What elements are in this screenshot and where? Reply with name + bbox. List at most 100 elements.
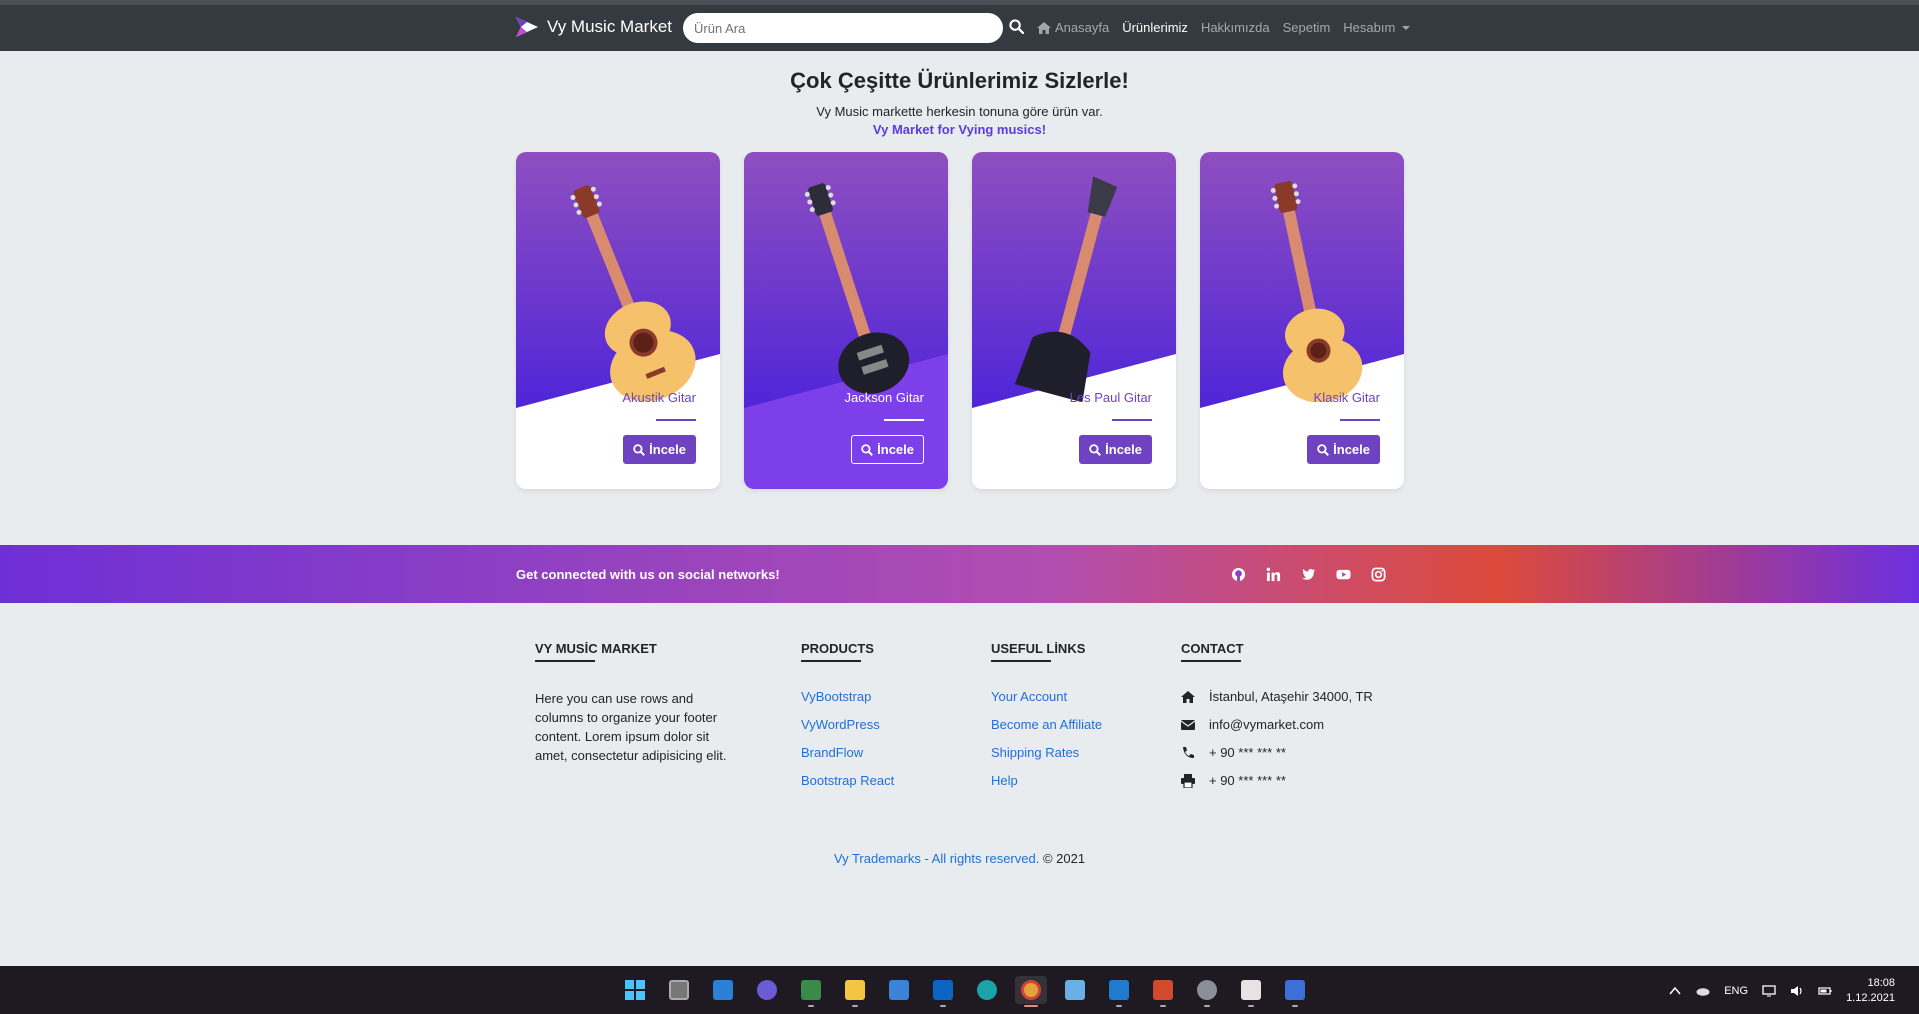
chat-icon[interactable] [751,976,783,1004]
divider [991,660,1051,662]
divider [535,660,595,662]
navbar: Vy Music Market Anasayfa Ürünlerimiz Hak… [0,0,1919,51]
widgets-icon[interactable] [707,976,739,1004]
inspect-label: İncele [1105,442,1142,457]
footer-about: VY MUSİC MARKET Here you can use rows an… [535,641,735,765]
product-card: Les Paul Gitar İncele [972,152,1176,489]
volume-icon[interactable] [1790,985,1804,997]
clock-date: 1.12.2021 [1846,992,1895,1004]
language-indicator[interactable]: ENG [1724,985,1748,997]
contact-address-text: İstanbul, Ataşehir 34000, TR [1209,689,1373,704]
nav-menu: Anasayfa Ürünlerimiz Hakkımızda Sepetim … [1037,20,1411,35]
inspect-label: İncele [877,442,914,457]
logo-icon [516,17,538,37]
divider [1181,660,1241,662]
page-tagline: Vy Market for Vying musics! [872,122,1047,137]
windows-start-icon[interactable] [619,976,651,1004]
inspect-button[interactable]: İncele [1079,435,1152,464]
classical-guitar-image [1270,181,1363,402]
product-name: Les Paul Gitar [1069,390,1152,405]
brand-label: Vy Music Market [547,17,673,36]
clock[interactable]: 18:08 1.12.2021 [1846,976,1895,1006]
brand[interactable]: Vy Music Market [515,16,672,38]
acoustic-guitar-image [570,185,696,402]
les-paul-guitar-image [1014,176,1118,402]
task-view-icon[interactable] [663,976,695,1004]
contact-phone: + 90 *** *** ** [1181,745,1373,760]
remote-desktop-icon[interactable] [1279,976,1311,1007]
onedrive-icon[interactable] [1696,985,1710,997]
vscode-icon[interactable] [1103,976,1135,1007]
contact-phone-text: + 90 *** *** ** [1209,745,1286,760]
electric-guitar-image [804,183,910,394]
github-icon[interactable] [1231,567,1246,582]
edge-icon[interactable] [971,976,1003,1004]
search-icon [1089,443,1102,456]
inspect-button[interactable]: İncele [851,435,924,464]
display-icon[interactable] [1762,985,1776,997]
search-input[interactable] [683,13,1003,43]
inspect-button[interactable]: İncele [623,435,696,464]
social-bar: Get connected with us on social networks… [0,545,1919,603]
social-icons [1231,567,1386,582]
home-icon [1037,21,1051,34]
battery-icon[interactable] [1818,985,1832,997]
chrome-icon[interactable] [1015,976,1047,1007]
youtube-icon[interactable] [1336,567,1351,582]
nav-products[interactable]: Ürünlerimiz [1122,20,1188,35]
footer-link[interactable]: BrandFlow [801,745,894,760]
product-name: Jackson Gitar [844,390,924,405]
snipping-tool-icon[interactable] [795,976,827,1007]
search-icon [861,443,874,456]
inspect-label: İncele [649,442,686,457]
footer-link[interactable]: VyWordPress [801,717,894,732]
outlook-icon[interactable] [927,976,959,1007]
product-card: Jackson Gitar İncele [744,152,948,489]
envelope-icon [1181,719,1195,730]
copyright: Vy Trademarks - All rights reserved. © 2… [0,851,1919,866]
store-icon[interactable] [883,976,915,1004]
instagram-icon[interactable] [1371,567,1386,582]
nav-about[interactable]: Hakkımızda [1201,20,1270,35]
contact-address: İstanbul, Ataşehir 34000, TR [1181,689,1373,704]
search-icon[interactable] [1009,19,1024,34]
caret-down-icon [1402,25,1411,30]
footer-products: PRODUCTS VyBootstrap VyWordPress BrandFl… [801,641,894,788]
nav-account[interactable]: Hesabım [1343,20,1411,35]
linkedin-icon[interactable] [1266,567,1281,582]
html5-app-icon[interactable] [1147,976,1179,1007]
clock-time: 18:08 [1867,977,1895,989]
footer-useful-links: USEFUL LİNKS Your Account Become an Affi… [991,641,1102,788]
divider [656,419,696,421]
search-icon [633,443,646,456]
nav-home[interactable]: Anasayfa [1037,20,1109,35]
contact-fax-text: + 90 *** *** ** [1209,773,1286,788]
page-title: Çok Çeşitte Ürünlerimiz Sizlerle! [790,68,1129,93]
social-text: Get connected with us on social networks… [516,567,780,582]
footer-link[interactable]: Help [991,773,1102,788]
paint-icon[interactable] [1235,976,1267,1007]
copyright-year: © 2021 [1042,851,1086,866]
divider [884,419,924,421]
settings-icon[interactable] [1191,976,1223,1007]
copyright-link[interactable]: Vy Trademarks - All rights reserved. [834,851,1039,866]
footer-heading: PRODUCTS [801,641,874,656]
chevron-up-icon[interactable] [1668,985,1682,997]
footer-link[interactable]: VyBootstrap [801,689,894,704]
inspect-label: İncele [1333,442,1370,457]
footer-link[interactable]: Become an Affiliate [991,717,1102,732]
system-tray: ENG 18:08 1.12.2021 [1668,976,1895,1006]
footer-link[interactable]: Bootstrap React [801,773,894,788]
notepad-icon[interactable] [1059,976,1091,1004]
footer-heading: USEFUL LİNKS [991,641,1086,656]
nav-cart[interactable]: Sepetim [1283,20,1331,35]
twitter-icon[interactable] [1301,567,1316,582]
home-icon [1181,690,1195,703]
product-name: Klasik Gitar [1313,390,1380,405]
divider [1112,419,1152,421]
footer-link[interactable]: Shipping Rates [991,745,1102,760]
contact-email: info@vymarket.com [1181,717,1373,732]
inspect-button[interactable]: İncele [1307,435,1380,464]
footer-link[interactable]: Your Account [991,689,1102,704]
file-explorer-icon[interactable] [839,976,871,1007]
